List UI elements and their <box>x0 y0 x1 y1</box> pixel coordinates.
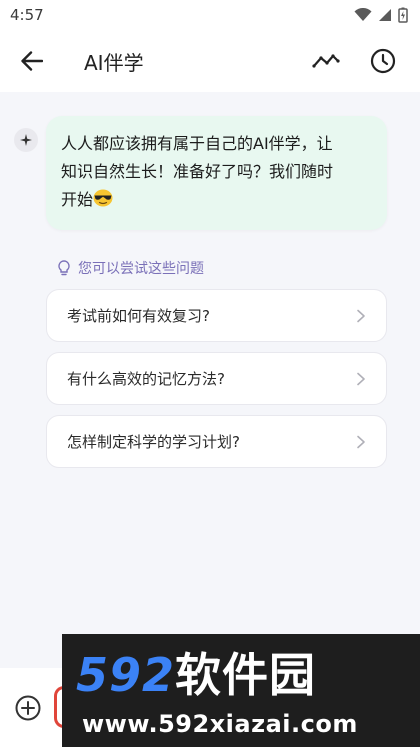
suggestion-label: 有什么高效的记忆方法? <box>67 370 225 388</box>
signal-icon <box>379 9 391 21</box>
clock-icon <box>370 48 396 74</box>
page-title: AI伴学 <box>84 51 144 75</box>
arrow-left-icon <box>21 51 43 71</box>
suggestion-label: 考试前如何有效复习? <box>67 307 210 325</box>
back-button[interactable] <box>18 47 46 75</box>
trend-button[interactable] <box>311 47 341 75</box>
watermark: 592软件园 www.592xiazai.com <box>62 634 420 747</box>
lightbulb-icon <box>58 260 70 276</box>
sunglasses-emoji-icon <box>93 189 113 207</box>
suggestion-item[interactable]: 有什么高效的记忆方法? <box>46 352 387 405</box>
add-attachment-icon[interactable] <box>14 694 42 722</box>
suggestion-item[interactable]: 考试前如何有效复习? <box>46 289 387 342</box>
suggestion-label: 怎样制定科学的学习计划? <box>67 433 240 451</box>
trend-line-icon <box>312 54 340 68</box>
bot-message-line-last: 开始 <box>61 186 371 214</box>
sparkle-icon <box>20 134 32 146</box>
wifi-icon <box>354 8 372 21</box>
status-icons <box>354 7 408 23</box>
suggestion-item[interactable]: 怎样制定科学的学习计划? <box>46 415 387 468</box>
watermark-url: www.592xiazai.com <box>82 710 358 738</box>
chevron-right-icon <box>357 435 365 448</box>
status-time: 4:57 <box>10 6 44 24</box>
suggestions-header: 您可以尝试这些问题 <box>58 258 204 278</box>
bot-message-line: 知识自然生长！准备好了吗？我们随时 <box>61 162 334 181</box>
app-bar: AI伴学 <box>0 30 420 92</box>
suggestions-header-text: 您可以尝试这些问题 <box>78 261 204 277</box>
chevron-right-icon <box>357 372 365 385</box>
history-button[interactable] <box>368 46 398 76</box>
bot-message-bubble: 人人都应该拥有属于自己的AI伴学，让 知识自然生长！准备好了吗？我们随时 开始 <box>46 116 387 230</box>
bot-message-line: 人人都应该拥有属于自己的AI伴学，让 <box>61 134 333 153</box>
battery-icon <box>398 7 408 23</box>
chevron-right-icon <box>357 309 365 322</box>
bot-avatar <box>14 128 38 152</box>
watermark-logo: 592软件园 <box>76 648 317 702</box>
status-bar: 4:57 <box>0 0 420 30</box>
